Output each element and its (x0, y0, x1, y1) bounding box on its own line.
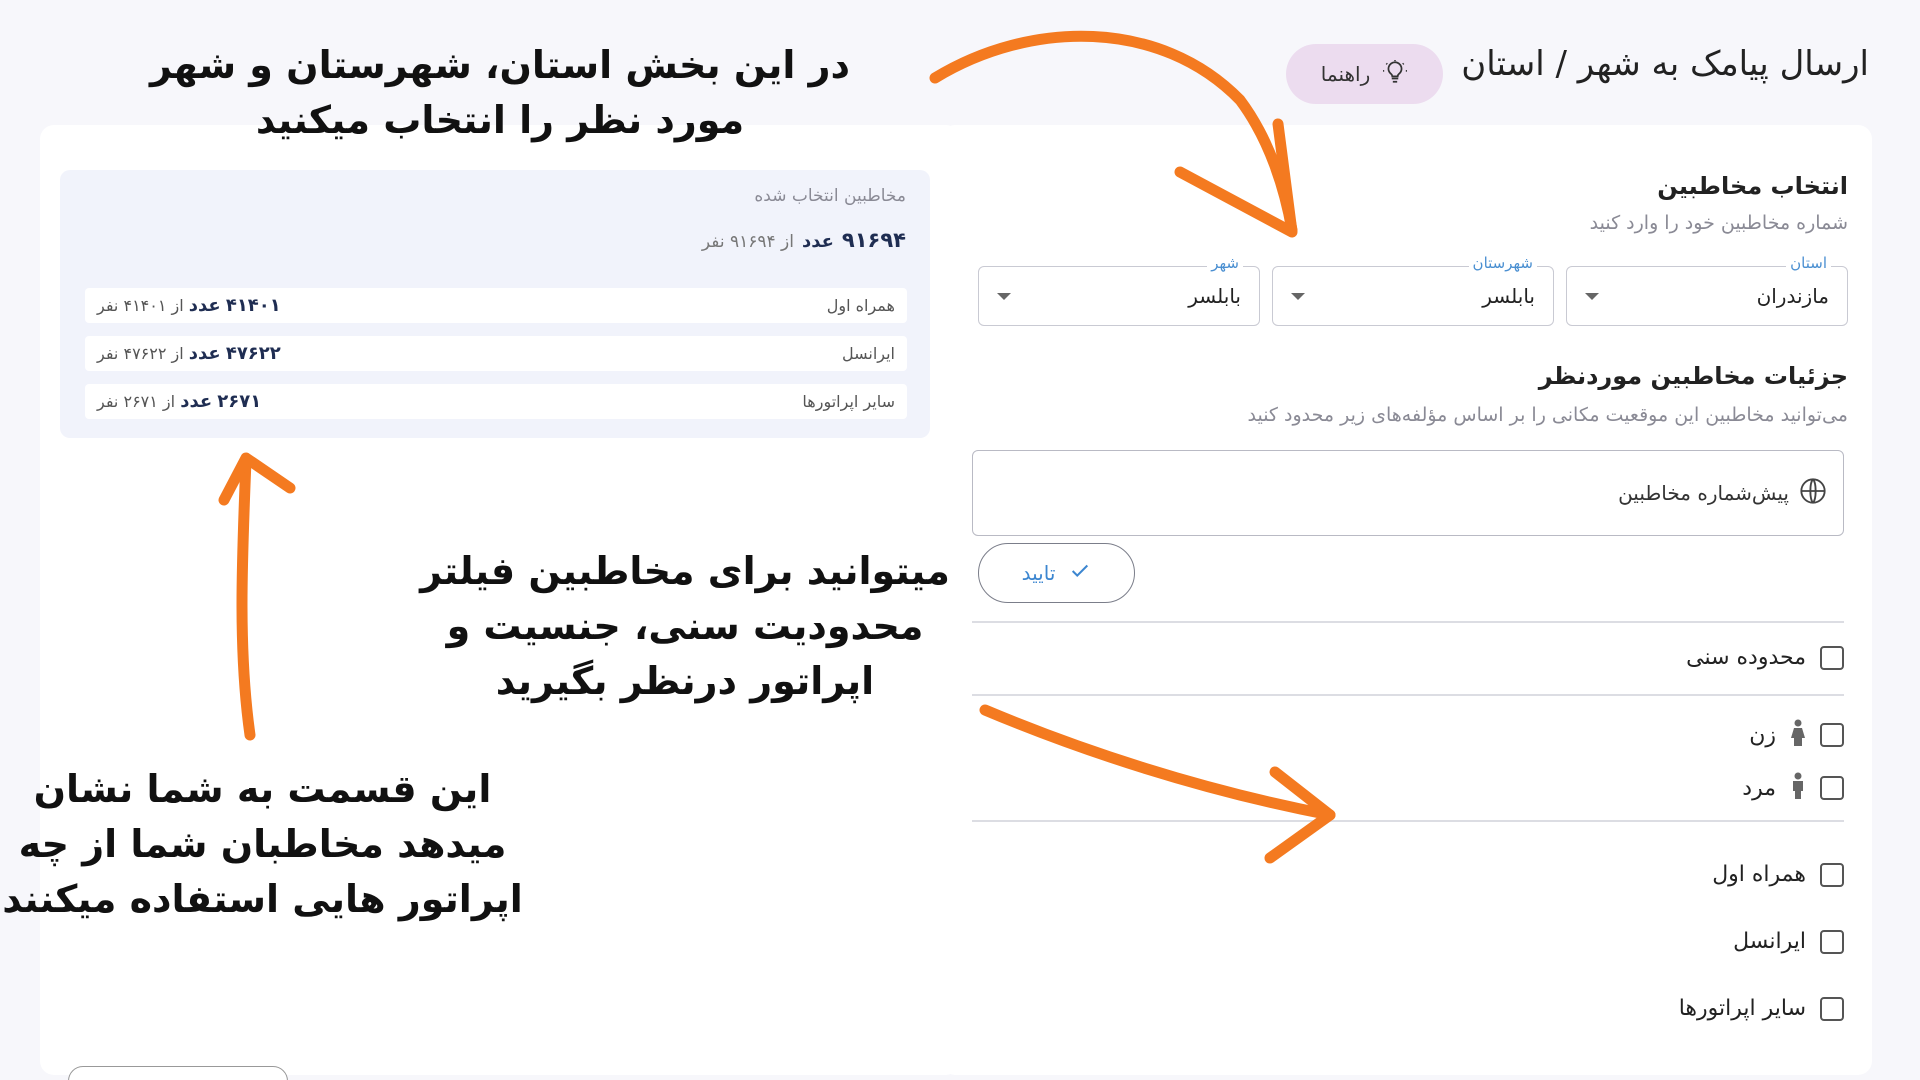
arrow-to-filters (979, 704, 1336, 821)
arrow-to-summary-head (218, 452, 296, 506)
annotation-arrows (218, 30, 1336, 864)
arrow-to-filters-head (1264, 766, 1336, 864)
bottom-button[interactable] (68, 1066, 288, 1080)
arrow-to-summary (236, 454, 256, 741)
